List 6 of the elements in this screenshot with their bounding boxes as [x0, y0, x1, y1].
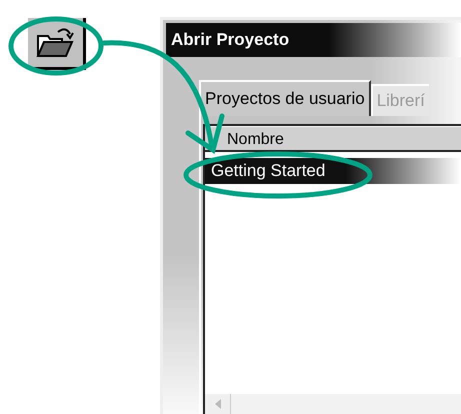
- left-arrow-icon: [214, 399, 220, 409]
- list-item[interactable]: Getting Started: [205, 158, 461, 184]
- column-header[interactable]: Nombre: [205, 126, 461, 152]
- tab[interactable]: Proyectos de usuario: [199, 80, 371, 116]
- folder-icon: [36, 26, 76, 60]
- window-title: Abrir Proyecto: [166, 23, 461, 57]
